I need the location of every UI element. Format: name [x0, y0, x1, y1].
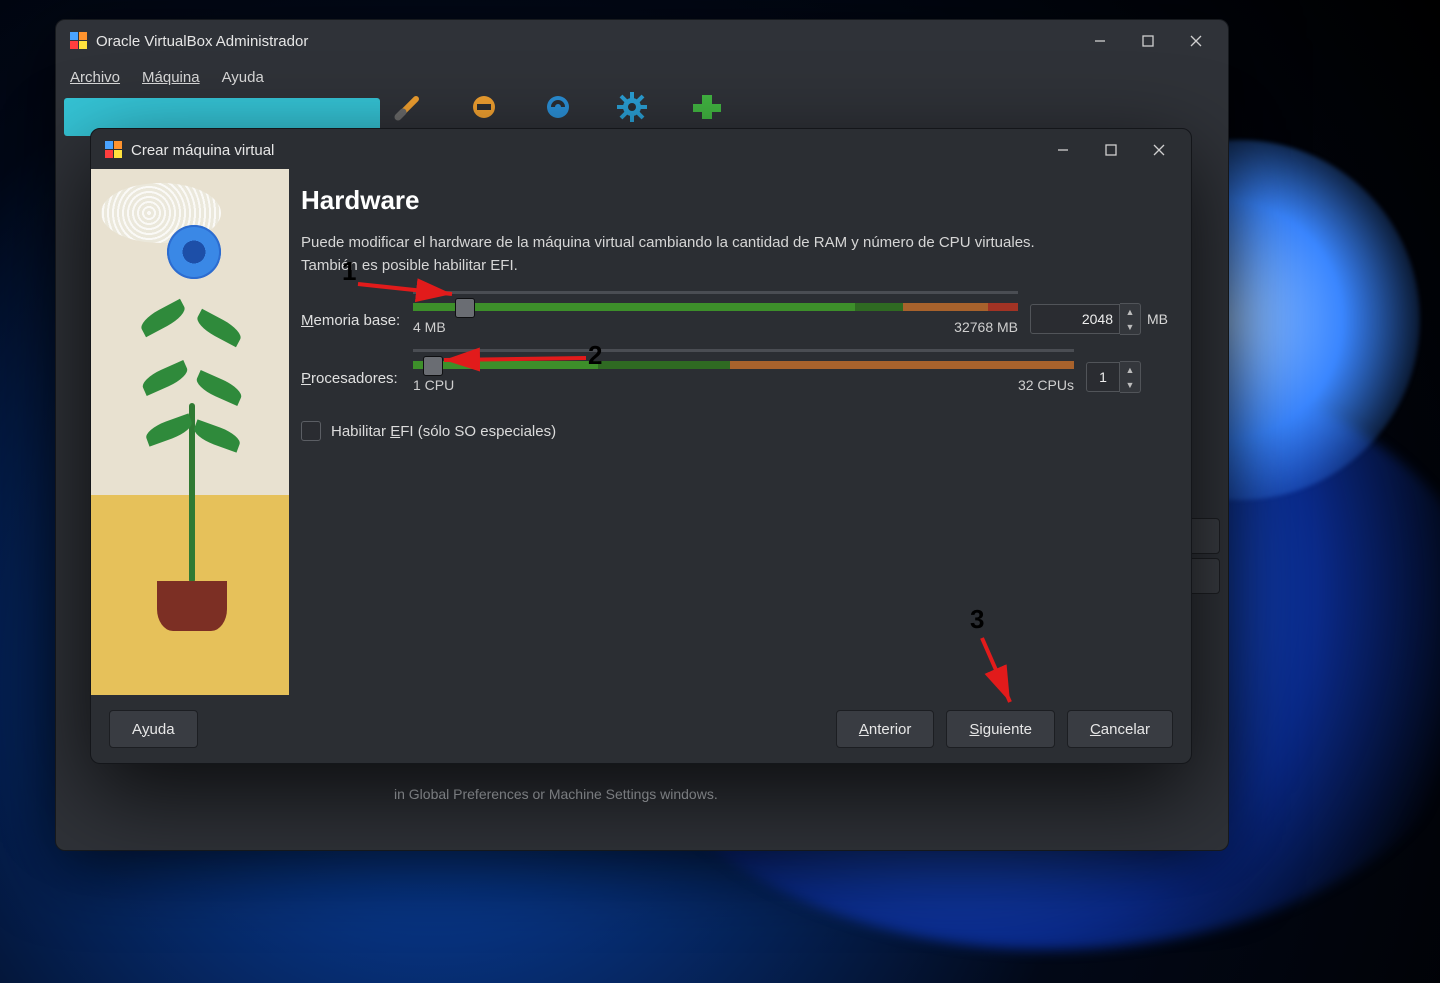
main-close-button[interactable]: [1172, 23, 1220, 59]
cpu-value-input[interactable]: [1086, 362, 1120, 392]
cpu-spinner[interactable]: ▲▼: [1120, 361, 1141, 393]
memory-spinner[interactable]: ▲▼: [1120, 303, 1141, 335]
efi-row: Habilitar EFI (sólo SO especiales): [301, 421, 1173, 441]
dialog-sidebar-illustration: [91, 169, 289, 695]
cancel-button[interactable]: Cancelar: [1067, 710, 1173, 748]
spinner-up-icon[interactable]: ▲: [1120, 304, 1140, 319]
details-panel-button-2[interactable]: [1188, 558, 1220, 594]
main-maximize-button[interactable]: [1124, 23, 1172, 59]
main-toolbar: [394, 92, 724, 122]
help-button[interactable]: Ayuda: [109, 710, 198, 748]
annotation-1: 1: [342, 256, 356, 287]
menu-archivo[interactable]: Archivo: [70, 69, 120, 86]
dialog-minimize-button[interactable]: [1039, 132, 1087, 168]
tool-add-icon: [690, 92, 724, 122]
spinner-down-icon[interactable]: ▼: [1120, 319, 1140, 334]
memory-value-input[interactable]: [1030, 304, 1120, 334]
annotation-arrow-2: [438, 350, 598, 373]
main-menubar: Archivo Máquina Ayuda: [56, 62, 1228, 92]
details-panel-button-1[interactable]: [1188, 518, 1220, 554]
tool-discard-icon: [468, 92, 502, 122]
main-minimize-button[interactable]: [1076, 23, 1124, 59]
dialog-close-button[interactable]: [1135, 132, 1183, 168]
menu-ayuda[interactable]: Ayuda: [222, 69, 264, 86]
efi-checkbox[interactable]: [301, 421, 321, 441]
memory-slider[interactable]: [413, 303, 1018, 311]
back-button[interactable]: Anterior: [836, 710, 935, 748]
dialog-heading: Hardware: [301, 185, 1173, 216]
main-titlebar[interactable]: Oracle VirtualBox Administrador: [56, 20, 1228, 62]
dialog-maximize-button[interactable]: [1087, 132, 1135, 168]
tool-settings-icon: [394, 92, 428, 122]
cpu-min: 1 CPU: [413, 377, 454, 393]
dialog-titlebar[interactable]: Crear máquina virtual: [91, 129, 1191, 171]
memory-label: Memoria base:: [301, 310, 413, 329]
cpu-row: Procesadores: 1 CPU 32 CPUs: [301, 361, 1173, 393]
dialog-title: Crear máquina virtual: [131, 142, 274, 159]
tool-show-icon: [542, 92, 576, 122]
tool-gear-icon: [616, 92, 650, 122]
status-text: in Global Preferences or Machine Setting…: [394, 786, 718, 802]
spinner-down-icon[interactable]: ▼: [1120, 377, 1140, 392]
virtualbox-logo-icon: [105, 141, 123, 159]
dialog-description: Puede modificar el hardware de la máquin…: [301, 232, 1061, 277]
memory-min: 4 MB: [413, 319, 446, 335]
annotation-arrow-1: [356, 278, 466, 311]
menu-maquina[interactable]: Máquina: [142, 69, 200, 86]
cpu-max: 32 CPUs: [1018, 377, 1074, 393]
virtualbox-logo-icon: [70, 32, 88, 50]
main-window-title: Oracle VirtualBox Administrador: [96, 33, 308, 50]
memory-max: 32768 MB: [954, 319, 1018, 335]
annotation-3: 3: [970, 604, 984, 635]
memory-unit: MB: [1147, 311, 1173, 327]
spinner-up-icon[interactable]: ▲: [1120, 362, 1140, 377]
efi-label: Habilitar EFI (sólo SO especiales): [331, 423, 556, 440]
cpu-label: Procesadores:: [301, 368, 413, 387]
annotation-arrow-3: [976, 634, 1036, 717]
